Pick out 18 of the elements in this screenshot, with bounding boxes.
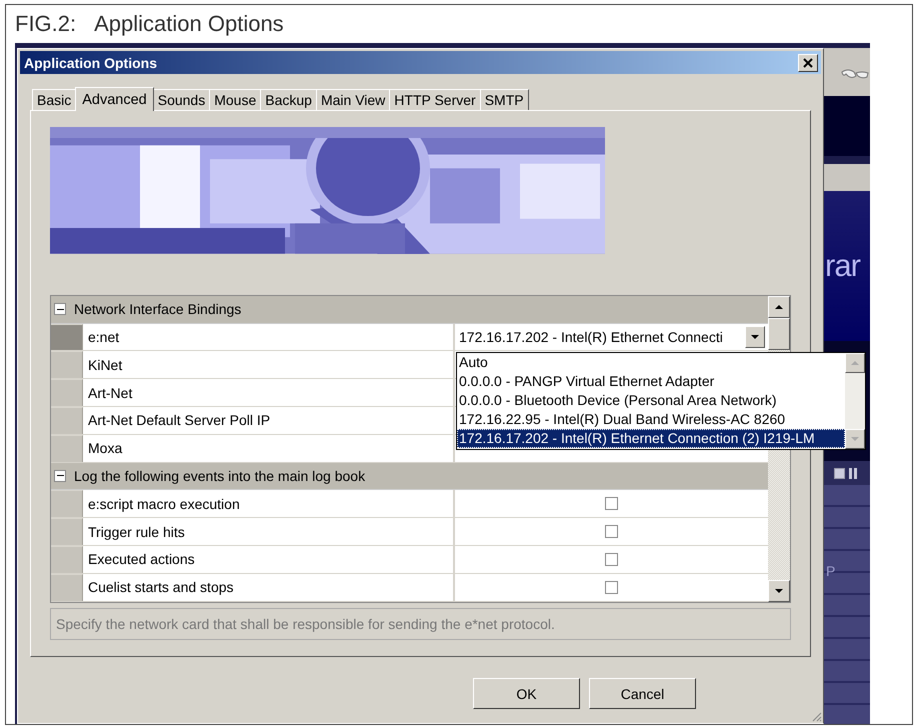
- figure-label: FIG.2:: [15, 11, 76, 37]
- property-name: Executed actions: [83, 546, 455, 573]
- category-title: Network Interface Bindings: [74, 301, 242, 318]
- property-name: Art-Net: [83, 379, 455, 406]
- property-name: KiNet: [83, 351, 455, 378]
- property-name: Cuelist starts and stops: [83, 574, 455, 601]
- property-name: Art-Net Default Server Poll IP: [83, 406, 455, 434]
- property-name: Trigger rule hits: [83, 518, 455, 546]
- dropdown-value: 172.16.17.202 - Intel(R) Ethernet Connecti: [459, 328, 723, 345]
- property-name: e:net: [83, 324, 455, 350]
- help-text: Specify the network card that shall be responsible for sending the e*net protocol.: [50, 608, 791, 640]
- property-name: e:script macro execution: [83, 490, 455, 518]
- background-text: P: [826, 563, 836, 579]
- logo-text: rar: [824, 248, 860, 284]
- window-title: Application Options: [24, 54, 157, 70]
- figure-title: Application Options: [94, 11, 284, 37]
- category-title: Log the following events into the main log book: [74, 468, 366, 484]
- property-name: Moxa: [83, 434, 455, 462]
